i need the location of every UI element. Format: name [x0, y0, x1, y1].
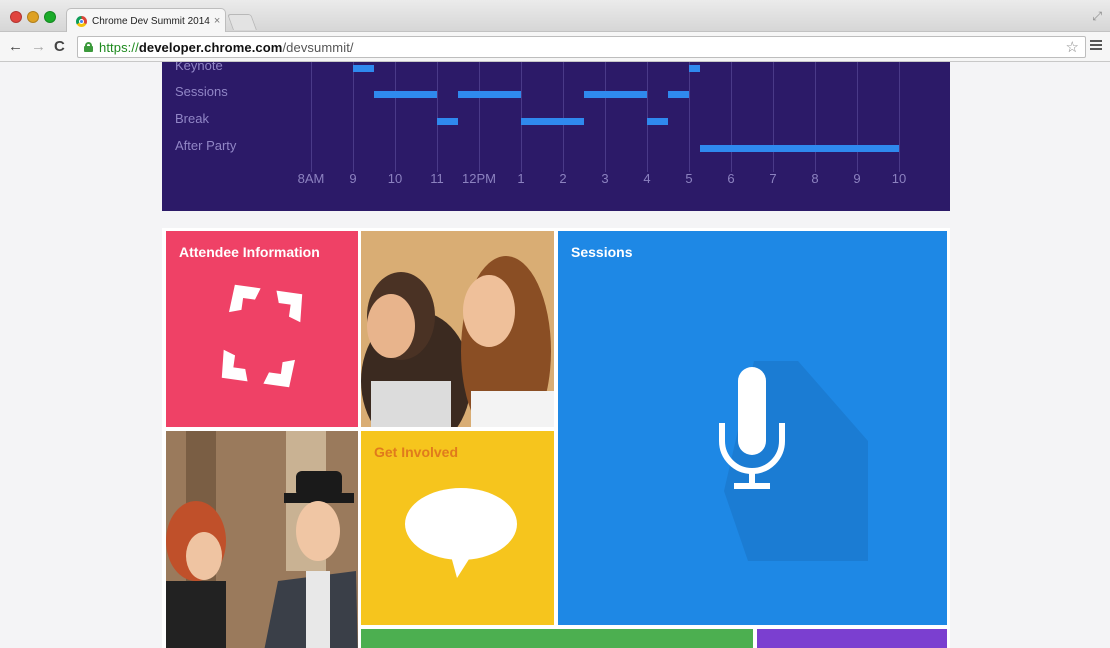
attendee-information-title: Attendee Information: [179, 244, 320, 260]
schedule-bar[interactable]: [668, 91, 689, 98]
browser-tab[interactable]: Chrome Dev Summit 2014 ×: [66, 8, 226, 33]
get-involved-title: Get Involved: [374, 444, 459, 460]
tile-grid: Attendee Information Sessions Get Involv…: [162, 228, 950, 648]
browser-titlebar: Chrome Dev Summit 2014 × ⤢: [0, 0, 1110, 33]
speech-bubble-icon: [405, 488, 517, 578]
sessions-tile[interactable]: Sessions: [558, 231, 947, 625]
schedule-row-label: Keynote: [175, 62, 223, 73]
minimize-icon[interactable]: [27, 11, 39, 23]
time-tick-label: 8: [811, 171, 819, 186]
time-tick-label: 2: [559, 171, 567, 186]
grid-line: [815, 62, 816, 172]
schedule-bar[interactable]: [689, 65, 700, 72]
schedule-bar[interactable]: [353, 65, 374, 72]
speakers-photo-art: [166, 431, 358, 648]
grid-line: [773, 62, 774, 172]
forward-arrow-icon[interactable]: →: [31, 37, 46, 57]
grid-line: [353, 62, 354, 172]
microphone-icon: [719, 361, 868, 561]
grid-line: [437, 62, 438, 172]
time-tick-label: 3: [601, 171, 609, 186]
grid-line: [479, 62, 480, 172]
time-tick-label: 8AM: [297, 171, 325, 186]
schedule-row-label: After Party: [175, 138, 237, 153]
new-tab-button[interactable]: [227, 14, 257, 30]
schedule-bar[interactable]: [584, 91, 647, 98]
time-tick-label: 1: [517, 171, 525, 186]
url-text[interactable]: https://developer.chrome.com/devsummit/: [99, 40, 354, 55]
time-tick-label: 10: [387, 171, 403, 186]
grid-line: [647, 62, 648, 172]
page-content: Keynote Sessions Break After Party 8AM 9 10 11 1…: [0, 62, 1110, 648]
grid-line: [605, 62, 606, 172]
schedule-bar[interactable]: [647, 118, 668, 125]
time-tick-label: 9: [349, 171, 357, 186]
grid-line: [563, 62, 564, 172]
schedule-bar[interactable]: [374, 91, 437, 98]
schedule-row-label: Break: [175, 111, 209, 126]
get-involved-tile[interactable]: Get Involved: [361, 431, 554, 625]
star-icon[interactable]: ☆: [1066, 38, 1079, 56]
grid-line: [689, 62, 690, 172]
menu-icon[interactable]: [1090, 40, 1102, 50]
attendee-information-tile[interactable]: Attendee Information: [166, 231, 358, 427]
time-tick-label: 10: [891, 171, 907, 186]
speakers-photo: [166, 431, 358, 648]
reload-icon[interactable]: C: [54, 37, 65, 57]
schedule-bar[interactable]: [521, 118, 584, 125]
schedule-chart: Keynote Sessions Break After Party 8AM 9 10 11 1…: [162, 62, 950, 211]
time-tick-label: 7: [769, 171, 777, 186]
viewfinder-icon: [221, 284, 303, 388]
time-tick-label: 9: [853, 171, 861, 186]
sessions-title: Sessions: [571, 244, 633, 260]
attendees-photo-art: [361, 231, 554, 427]
attendees-photo: [361, 231, 554, 427]
maximize-icon[interactable]: [44, 11, 56, 23]
grid-line: [521, 62, 522, 172]
grid-line: [857, 62, 858, 172]
close-icon[interactable]: [10, 11, 22, 23]
time-tick-label: 12PM: [462, 171, 496, 186]
address-bar[interactable]: https://developer.chrome.com/devsummit/ …: [77, 36, 1086, 58]
purple-tile[interactable]: [757, 629, 947, 648]
grid-line: [899, 62, 900, 172]
tab-title: Chrome Dev Summit 2014: [92, 15, 210, 27]
schedule-row-label: Sessions: [175, 84, 228, 99]
favicon-icon: [76, 15, 87, 27]
grid-line: [731, 62, 732, 172]
lock-icon: [84, 42, 93, 52]
time-tick-label: 4: [643, 171, 651, 186]
time-tick-label: 11: [430, 171, 444, 186]
schedule-bar[interactable]: [458, 91, 521, 98]
schedule-bar[interactable]: [437, 118, 458, 125]
green-tile[interactable]: [361, 629, 753, 648]
browser-toolbar: ← → C https://developer.chrome.com/devsu…: [0, 32, 1110, 62]
time-tick-label: 5: [685, 171, 693, 186]
grid-line: [395, 62, 396, 172]
tab-close-icon[interactable]: ×: [214, 15, 220, 27]
time-tick-label: 6: [727, 171, 735, 186]
schedule-bar[interactable]: [699, 145, 899, 152]
fullscreen-icon[interactable]: ⤢: [1092, 9, 1102, 24]
grid-line: [311, 62, 312, 172]
back-arrow-icon[interactable]: ←: [8, 37, 23, 57]
